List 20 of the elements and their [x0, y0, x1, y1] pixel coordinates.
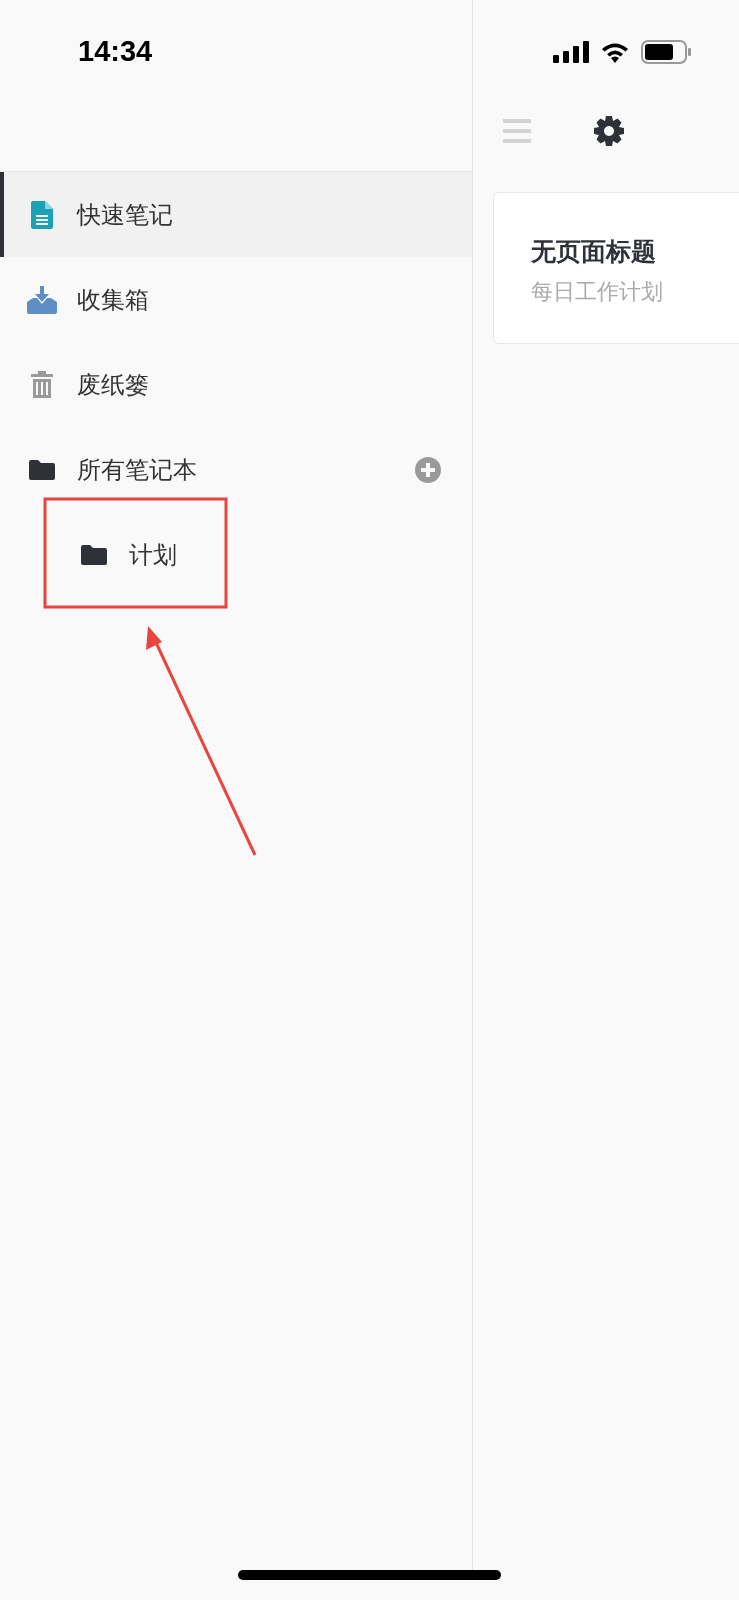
document-icon [31, 200, 53, 229]
note-preview: 每日工作计划 [531, 277, 664, 306]
settings-icon[interactable] [594, 116, 624, 146]
note-card[interactable]: 无页面标题 每日工作计划 [493, 192, 739, 344]
wifi-icon [601, 41, 629, 63]
add-icon[interactable] [415, 456, 441, 483]
sidebar-item[interactable]: 废纸篓 [0, 342, 472, 427]
sidebar-item[interactable]: 快速笔记 [0, 172, 472, 257]
signal-icon [553, 41, 589, 63]
battery-icon [641, 40, 691, 64]
download-tray-icon [27, 285, 57, 314]
menu-icon[interactable] [503, 119, 531, 143]
trash-icon [31, 371, 53, 398]
folder-icon [29, 459, 55, 480]
folder-icon [81, 544, 107, 565]
sidebar-item[interactable]: 计划 [0, 512, 472, 597]
sidebar-item[interactable]: 所有笔记本 [0, 427, 472, 512]
note-title: 无页面标题 [531, 236, 657, 267]
sidebar-item[interactable]: 收集箱 [0, 257, 472, 342]
status-time: 14:34 [78, 35, 153, 67]
